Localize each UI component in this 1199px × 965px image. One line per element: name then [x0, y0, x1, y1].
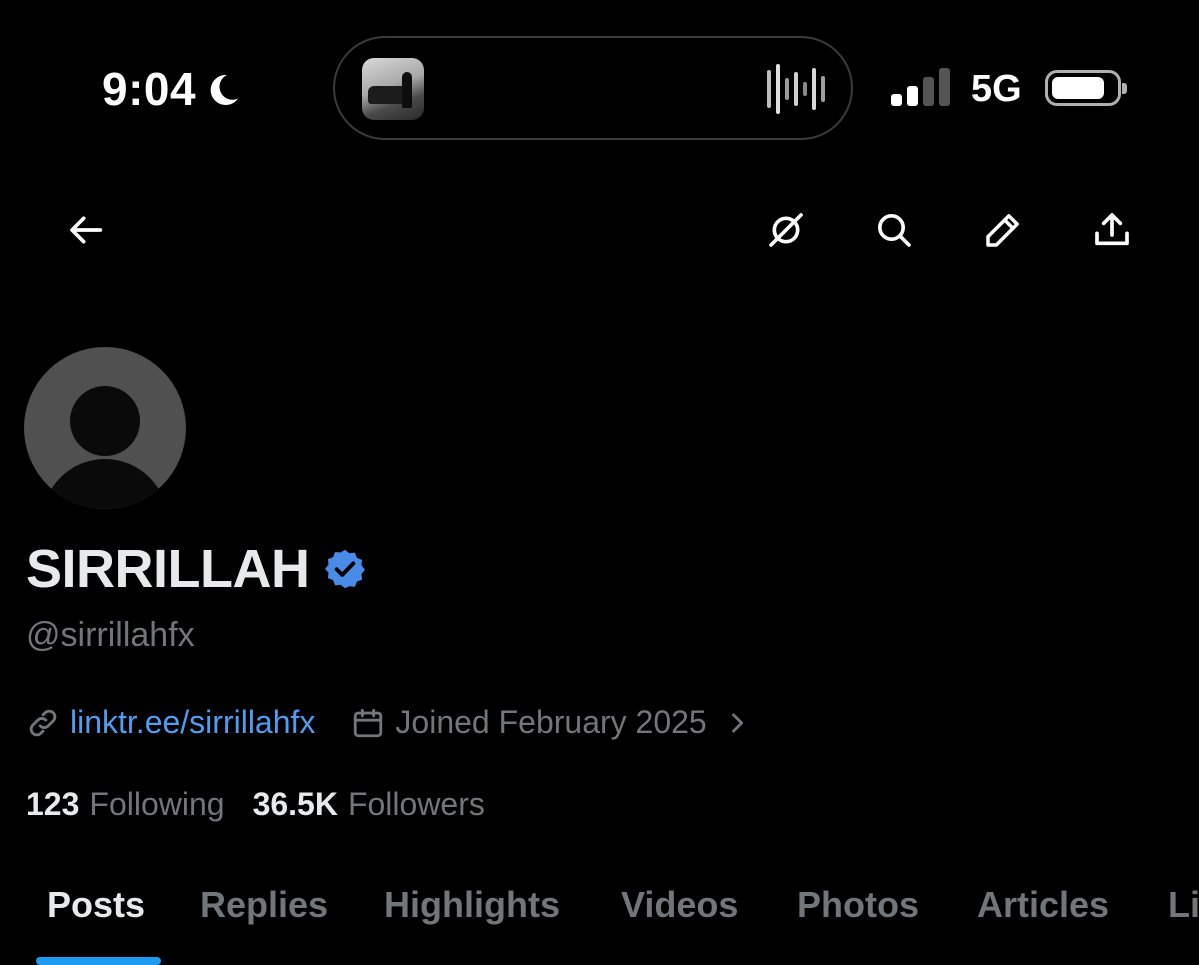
share-icon	[1095, 213, 1129, 246]
status-time-text: 9:04	[102, 63, 197, 115]
share-button[interactable]	[1078, 196, 1146, 264]
tab-photos[interactable]: Photos	[797, 884, 919, 926]
profile-avatar[interactable]	[24, 347, 186, 509]
search-icon	[878, 214, 911, 247]
website-link-text[interactable]: linktr.ee/sirrillahfx	[70, 704, 315, 741]
edit-pencil-icon	[986, 214, 1019, 247]
tab-videos[interactable]: Videos	[621, 884, 738, 926]
default-avatar-body	[42, 459, 168, 509]
grok-icon	[769, 213, 803, 247]
followers-stat[interactable]: 36.5K Followers	[253, 786, 485, 823]
link-icon	[29, 709, 57, 736]
profile-screen: 9:04 5G SIRRILLAH @sirrillahfx linktr.ee…	[0, 0, 1199, 965]
following-count: 123	[26, 786, 80, 822]
now-playing-artwork	[362, 58, 424, 120]
search-button[interactable]	[860, 196, 928, 264]
grok-button[interactable]	[752, 196, 820, 264]
chevron-right-icon	[731, 712, 743, 733]
followers-label: Followers	[347, 786, 485, 822]
edit-button[interactable]	[969, 196, 1037, 264]
following-label: Following	[89, 786, 225, 822]
following-stat[interactable]: 123 Following	[26, 786, 225, 823]
profile-stats: 123 Following 36.5K Followers	[26, 786, 485, 823]
profile-website-link[interactable]: linktr.ee/sirrillahfx	[26, 704, 315, 741]
tab-articles[interactable]: Articles	[977, 884, 1109, 926]
status-time: 9:04	[102, 62, 242, 116]
verified-badge-icon[interactable]	[323, 547, 367, 591]
profile-tabs: Posts Replies Highlights Videos Photos A…	[0, 876, 1199, 965]
tab-replies[interactable]: Replies	[200, 884, 328, 926]
tab-likes[interactable]: Li	[1168, 884, 1199, 926]
active-tab-indicator	[36, 957, 161, 965]
followers-count: 36.5K	[252, 786, 338, 822]
back-arrow-icon	[70, 216, 103, 244]
cellular-signal-icon	[891, 68, 950, 106]
back-button[interactable]	[53, 196, 121, 264]
dynamic-island[interactable]	[333, 36, 853, 140]
battery-icon	[1045, 70, 1127, 106]
tab-posts[interactable]: Posts	[47, 884, 145, 926]
moon-icon	[210, 74, 239, 105]
profile-display-name: SIRRILLAH	[26, 538, 367, 600]
tab-highlights[interactable]: Highlights	[384, 884, 560, 926]
joined-date-text: Joined February 2025	[395, 704, 707, 740]
display-name-text: SIRRILLAH	[26, 539, 310, 599]
default-avatar-head	[70, 386, 140, 456]
network-type: 5G	[971, 68, 1022, 110]
profile-handle: @sirrillahfx	[26, 616, 195, 654]
calendar-icon	[354, 708, 383, 737]
profile-joined-date[interactable]: Joined February 2025	[351, 704, 750, 741]
audio-waveform-icon	[767, 64, 825, 114]
profile-meta-row: linktr.ee/sirrillahfx Joined February 20…	[26, 704, 751, 741]
